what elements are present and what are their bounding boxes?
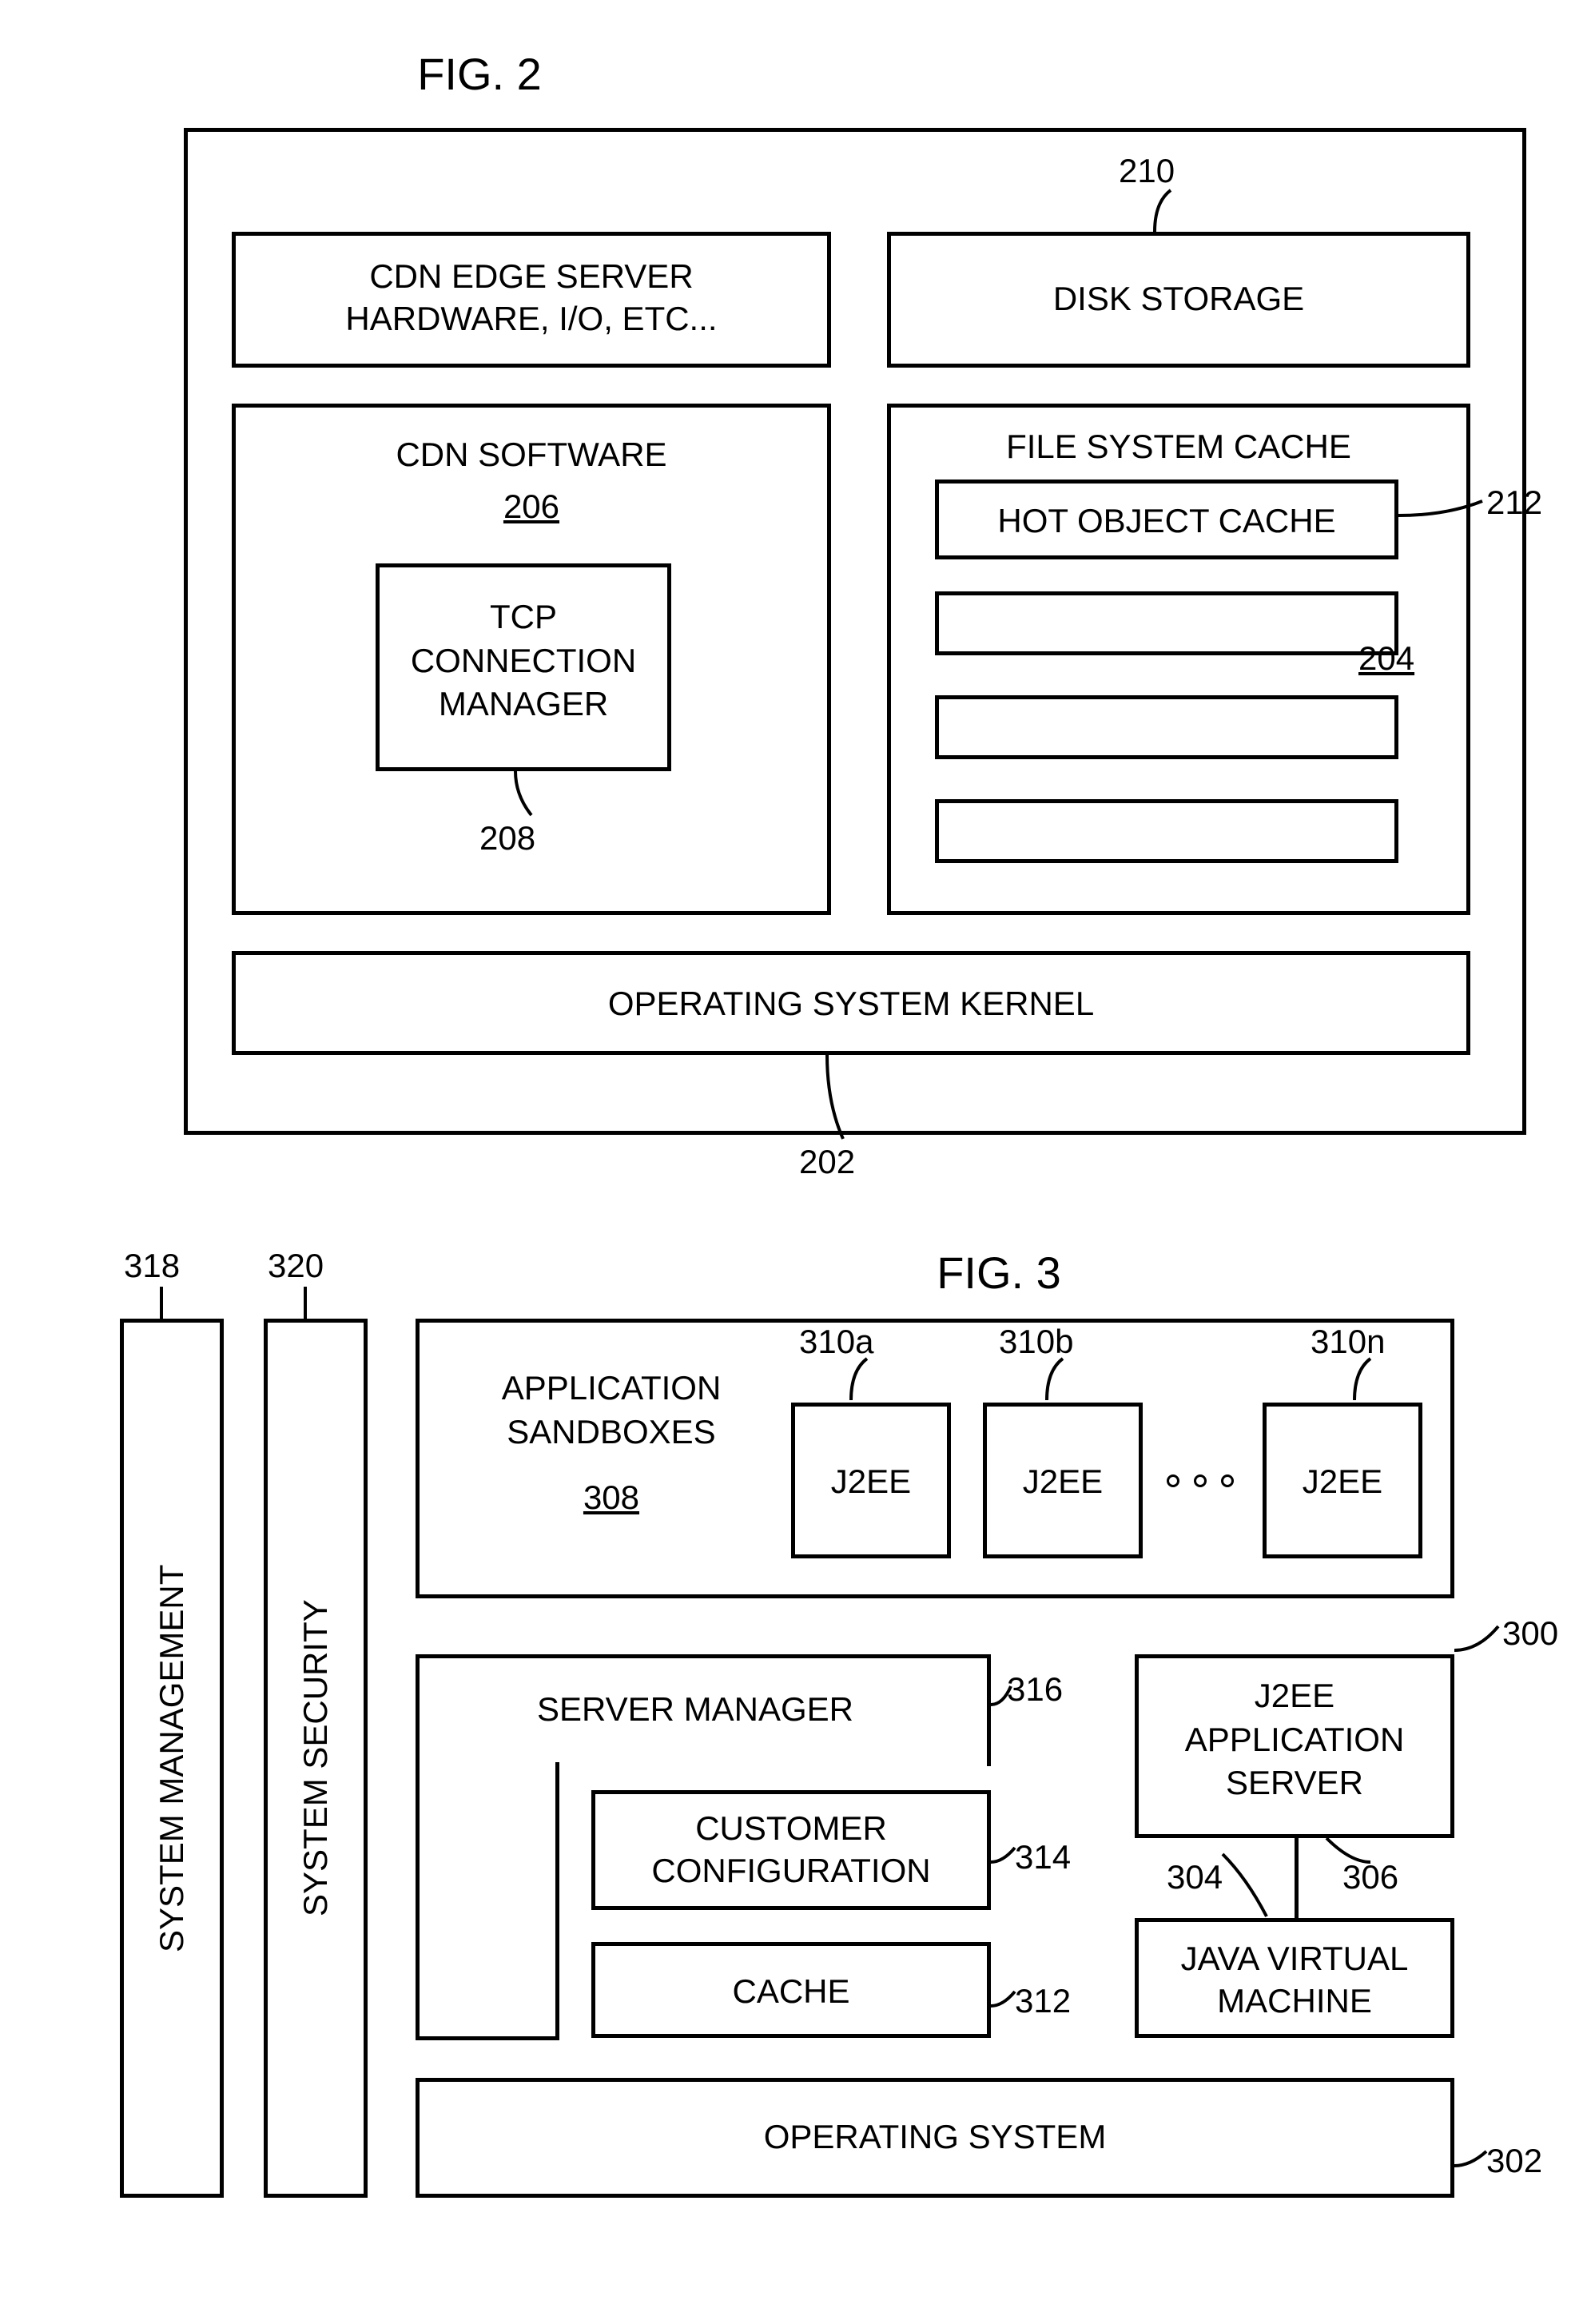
ref-308: 308 xyxy=(447,1478,775,1517)
ellipsis-icon xyxy=(1167,1474,1234,1487)
label-j2ee-app-server: J2EE APPLICATION SERVER xyxy=(1135,1674,1454,1805)
label-hot-object-cache: HOT OBJECT CACHE xyxy=(935,502,1398,540)
label-cdn-software: CDN SOFTWARE xyxy=(232,436,831,474)
fig2-title: FIG. 2 xyxy=(200,48,759,100)
ref-310b: 310b xyxy=(999,1323,1073,1361)
ref-302: 302 xyxy=(1486,2142,1542,2180)
label-system-security: SYSTEM SECURITY xyxy=(281,1343,350,2174)
label-disk-storage: DISK STORAGE xyxy=(887,280,1470,318)
label-server-manager: SERVER MANAGER xyxy=(447,1690,943,1729)
ref-202: 202 xyxy=(799,1143,855,1181)
fig3-title: FIG. 3 xyxy=(759,1247,1239,1299)
ref-320: 320 xyxy=(268,1247,324,1285)
ref-314: 314 xyxy=(1015,1838,1071,1876)
ref-208: 208 xyxy=(479,819,535,858)
ref-316: 316 xyxy=(1007,1670,1063,1709)
label-j2ee-a: J2EE xyxy=(791,1462,951,1501)
label-application-sandboxes: APPLICATION SANDBOXES xyxy=(447,1367,775,1454)
ref-300: 300 xyxy=(1502,1614,1558,1653)
ref-318: 318 xyxy=(124,1247,180,1285)
ref-206: 206 xyxy=(232,487,831,526)
box-server-manager-side xyxy=(416,1762,559,2040)
label-system-management: SYSTEM MANAGEMENT xyxy=(137,1343,206,2174)
ref-312: 312 xyxy=(1015,1982,1071,2020)
label-jvm: JAVA VIRTUAL MACHINE xyxy=(1135,1938,1454,2022)
label-j2ee-n: J2EE xyxy=(1263,1462,1422,1501)
label-tcp: TCP CONNECTION MANAGER xyxy=(376,595,671,726)
ref-310n: 310n xyxy=(1311,1323,1385,1361)
label-operating-system: OPERATING SYSTEM xyxy=(416,2118,1454,2156)
label-file-system-cache: FILE SYSTEM CACHE xyxy=(887,428,1470,466)
ref-212: 212 xyxy=(1486,484,1542,522)
ref-204: 204 xyxy=(1358,639,1414,678)
box-cache-row-1 xyxy=(935,591,1398,655)
label-cdn-edge-hardware: CDN EDGE SERVER HARDWARE, I/O, ETC... xyxy=(232,256,831,340)
label-customer-configuration: CUSTOMER CONFIGURATION xyxy=(591,1808,991,1892)
ref-210: 210 xyxy=(1119,152,1175,190)
box-cache-row-2 xyxy=(935,695,1398,759)
label-cache: CACHE xyxy=(591,1972,991,2011)
ref-304: 304 xyxy=(1167,1858,1223,1896)
label-os-kernel: OPERATING SYSTEM KERNEL xyxy=(232,985,1470,1023)
ref-310a: 310a xyxy=(799,1323,873,1361)
label-j2ee-b: J2EE xyxy=(983,1462,1143,1501)
box-cache-row-3 xyxy=(935,799,1398,863)
